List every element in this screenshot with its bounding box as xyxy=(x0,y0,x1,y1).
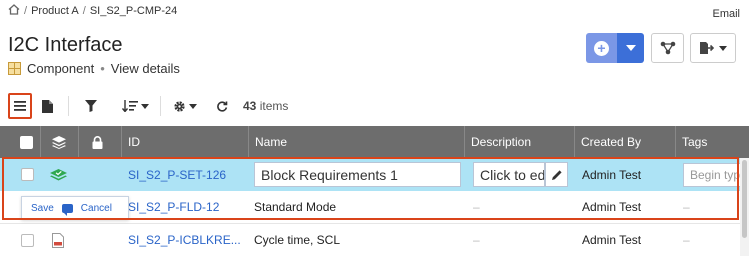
pencil-icon xyxy=(551,169,562,180)
edit-description-button[interactable] xyxy=(545,162,568,187)
home-icon[interactable] xyxy=(8,4,20,18)
row-id-link[interactable]: SI_S2_P-ICBLKRE... xyxy=(128,224,241,256)
row-tags: – xyxy=(683,200,690,214)
items-count: 43 items xyxy=(243,99,288,113)
breadcrumb-separator: / xyxy=(82,5,86,17)
chevron-down-icon xyxy=(189,103,197,109)
grid-toolbar: 43 items xyxy=(0,93,749,119)
add-button-group: + xyxy=(586,33,644,63)
sort-button[interactable] xyxy=(115,93,155,119)
row-checkbox[interactable] xyxy=(21,168,34,181)
sort-icon xyxy=(121,100,138,112)
separator-dot: • xyxy=(100,61,105,76)
grid-header: ID Name Description Created By Tags xyxy=(0,126,749,158)
column-header-tags[interactable]: Tags xyxy=(676,126,749,158)
pdf-document-icon xyxy=(52,232,64,248)
column-header-description[interactable]: Description xyxy=(465,126,575,158)
breadcrumb-item-product[interactable]: Product A xyxy=(31,5,79,17)
filter-icon xyxy=(85,100,97,112)
row-description: – xyxy=(473,233,480,247)
column-header-stack[interactable] xyxy=(41,126,79,158)
view-details-link[interactable]: View details xyxy=(111,61,180,76)
chevron-down-icon xyxy=(625,45,636,51)
row-id-link[interactable]: SI_S2_P-FLD-12 xyxy=(128,191,219,223)
column-header-created-by[interactable]: Created By xyxy=(575,126,676,158)
items-count-value: 43 xyxy=(243,99,257,113)
set-icon xyxy=(50,168,67,180)
list-view-button[interactable] xyxy=(8,93,32,119)
chevron-down-icon xyxy=(719,45,727,51)
lock-icon xyxy=(92,135,103,149)
gear-icon xyxy=(174,100,185,112)
row-name: Cycle time, SCL xyxy=(254,233,341,247)
breadcrumb: / Product A / SI_S2_P-CMP-24 xyxy=(8,4,177,18)
toolbar-divider xyxy=(68,96,69,116)
select-all-checkbox[interactable] xyxy=(20,135,33,149)
items-count-label: items xyxy=(259,99,289,113)
layers-icon xyxy=(52,135,66,149)
list-icon xyxy=(14,101,26,111)
row-checkbox-cell xyxy=(21,224,34,256)
email-link[interactable]: Email xyxy=(712,8,740,20)
select-all-cell xyxy=(0,126,41,158)
row-created-by: Admin Test xyxy=(582,233,642,247)
row-tags: – xyxy=(683,233,690,247)
item-type-row: Component • View details xyxy=(8,61,180,76)
scrollbar-thumb[interactable] xyxy=(742,160,747,238)
inline-edit-actions: Save Cancel xyxy=(21,196,129,220)
row-checkbox-cell xyxy=(21,158,34,191)
breadcrumb-item-component[interactable]: SI_S2_P-CMP-24 xyxy=(90,5,177,17)
row-created-by: Admin Test xyxy=(582,167,642,182)
filter-button[interactable] xyxy=(80,93,102,119)
breadcrumb-separator: / xyxy=(24,5,28,17)
document-view-button[interactable] xyxy=(38,93,56,119)
row-name: Standard Mode xyxy=(254,200,337,214)
export-button[interactable] xyxy=(690,33,736,63)
component-icon xyxy=(8,62,21,75)
item-type-label: Component xyxy=(27,61,95,76)
document-icon xyxy=(41,99,53,113)
pdf-icon-cell xyxy=(52,224,64,256)
row-id-link[interactable]: SI_S2_P-SET-126 xyxy=(128,158,226,191)
export-icon xyxy=(700,42,715,54)
table-row[interactable]: SI_S2_P-ICBLKRE... Cycle time, SCL – Adm… xyxy=(0,224,749,256)
refresh-icon xyxy=(217,101,228,112)
refresh-button[interactable] xyxy=(211,93,233,119)
set-icon-cell xyxy=(50,158,67,191)
column-header-id[interactable]: ID xyxy=(122,126,249,158)
table-row[interactable]: SI_S2_P-SET-126 Block Requirements 1 Cli… xyxy=(0,158,749,191)
relationships-icon xyxy=(660,41,675,55)
save-button[interactable]: Save xyxy=(31,203,54,214)
chevron-down-icon xyxy=(140,103,149,109)
row-checkbox[interactable] xyxy=(21,233,34,247)
settings-button[interactable] xyxy=(168,93,202,119)
add-dropdown-button[interactable] xyxy=(617,33,644,63)
page-title: I2C Interface xyxy=(8,34,123,56)
row-created-by: Admin Test xyxy=(582,200,642,214)
cancel-button[interactable]: Cancel xyxy=(81,203,112,214)
relationships-button[interactable] xyxy=(651,33,684,63)
row-description: – xyxy=(473,200,480,214)
add-button[interactable]: + xyxy=(586,33,617,63)
column-header-name[interactable]: Name xyxy=(249,126,465,158)
column-header-lock[interactable] xyxy=(79,126,122,158)
toolbar-divider xyxy=(160,96,161,116)
name-edit-input[interactable]: Block Requirements 1 xyxy=(254,162,461,187)
description-edit-input[interactable]: Click to edit xyxy=(473,162,545,187)
comment-icon[interactable] xyxy=(61,203,73,216)
plus-circle-icon: + xyxy=(594,40,609,56)
